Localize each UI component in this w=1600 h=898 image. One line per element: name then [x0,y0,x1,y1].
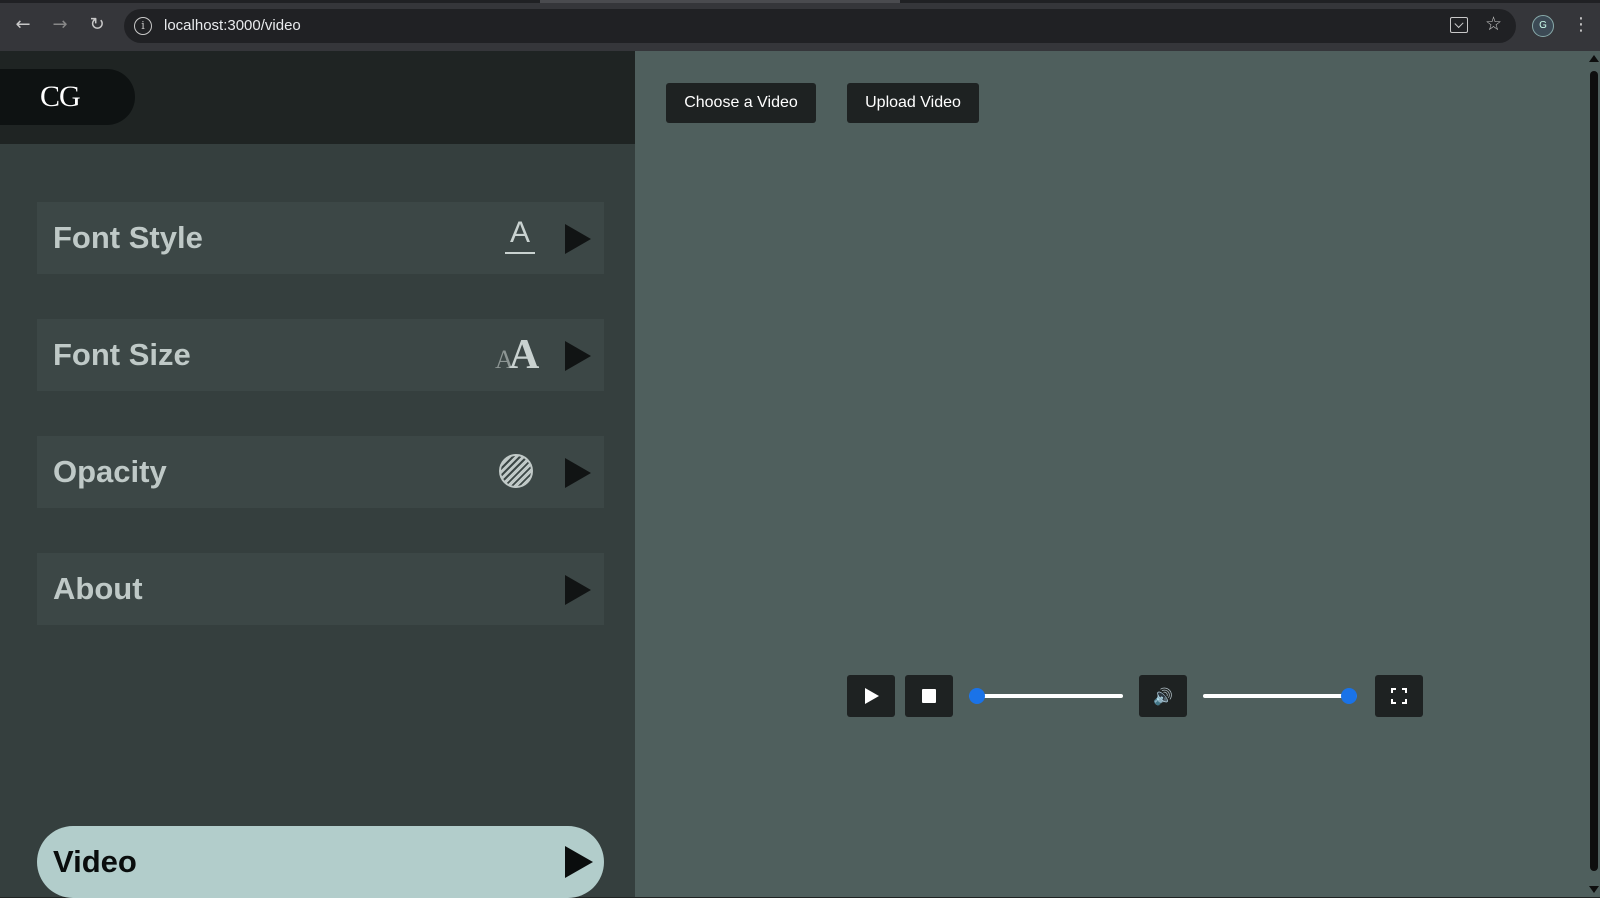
expand-arrow-icon[interactable] [565,224,591,254]
scroll-up-arrow-icon[interactable] [1589,55,1599,62]
page-scrollbar[interactable] [1588,51,1600,897]
logo[interactable]: CG [0,69,135,125]
forward-icon[interactable]: → [47,12,73,38]
address-bar[interactable]: i localhost:3000/video ☆ [124,9,1516,43]
play-button[interactable] [847,675,895,717]
sidebar-item-about[interactable]: About [37,553,604,625]
font-size-icon: AA [495,332,540,378]
scroll-down-arrow-icon[interactable] [1589,886,1599,893]
upload-video-button[interactable]: Upload Video [847,83,979,123]
profile-avatar[interactable]: G [1532,15,1554,37]
video-panel: Choose a Video Upload Video 🔊 [635,51,1588,897]
sidebar-item-label: About [53,571,143,606]
progress-slider[interactable] [969,688,1123,704]
stop-button[interactable] [905,675,953,717]
expand-arrow-icon[interactable] [565,458,591,488]
choose-video-button[interactable]: Choose a Video [666,83,816,123]
reload-icon[interactable]: ↻ [84,12,110,38]
expand-arrow-icon[interactable] [565,575,591,605]
expand-arrow-icon[interactable] [565,341,591,371]
browser-toolbar: ← → ↻ i localhost:3000/video ☆ G ⋮ [0,0,1600,51]
expand-arrow-icon[interactable] [565,846,593,878]
sidebar-item-opacity[interactable]: Opacity [37,436,604,508]
scrollbar-thumb[interactable] [1590,71,1598,871]
tab-strip [0,0,1600,3]
volume-icon: 🔊 [1153,687,1173,706]
url-text[interactable]: localhost:3000/video [164,17,301,34]
sidebar-item-label: Opacity [53,454,167,489]
back-icon[interactable]: ← [10,12,36,38]
browser-menu-icon[interactable]: ⋮ [1572,14,1590,35]
play-icon [865,688,879,704]
sidebar-item-font-style[interactable]: Font Style A [37,202,604,274]
sidebar-item-font-size[interactable]: Font Size AA [37,319,604,391]
install-app-icon[interactable] [1450,17,1468,33]
fullscreen-icon [1391,688,1407,704]
progress-thumb[interactable] [969,688,985,704]
fullscreen-button[interactable] [1375,675,1423,717]
sidebar-item-video[interactable]: Video [37,826,604,898]
sidebar: CG Font Style A Font Size AA Opacity Abo… [0,51,635,898]
font-style-icon: A [502,216,538,256]
volume-thumb[interactable] [1341,688,1357,704]
opacity-icon [499,454,533,488]
sidebar-item-label: Font Style [53,220,203,255]
site-info-icon[interactable]: i [134,17,152,35]
volume-slider[interactable] [1203,688,1357,704]
active-tab[interactable] [540,0,900,3]
sidebar-header: CG [0,51,635,144]
bookmark-star-icon[interactable]: ☆ [1485,13,1502,35]
sidebar-item-label: Font Size [53,337,191,372]
mute-button[interactable]: 🔊 [1139,675,1187,717]
stop-icon [922,689,936,703]
sidebar-item-label: Video [53,844,137,879]
